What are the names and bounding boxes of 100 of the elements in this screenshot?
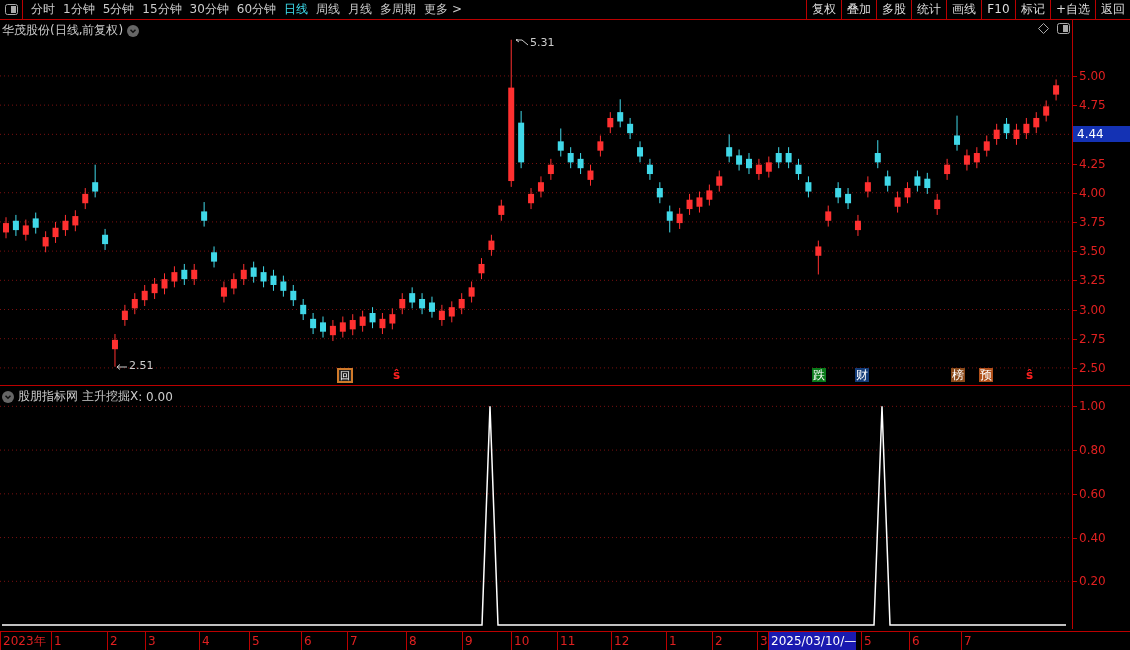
toolbar-button[interactable]: 标记 (1014, 0, 1050, 19)
event-marker[interactable]: ŝ (1025, 368, 1035, 382)
candlestick (478, 257, 485, 280)
toolbar-button[interactable]: 复权 (805, 0, 841, 19)
period-tab[interactable]: 5分钟 (98, 0, 139, 19)
toolbar-button[interactable]: 叠加 (840, 0, 876, 19)
toolbar-button[interactable]: 返回 (1095, 0, 1130, 19)
period-tab[interactable]: 30分钟 (185, 0, 233, 19)
date-axis-label: 3 (757, 632, 768, 650)
date-axis-label: 2 (712, 632, 723, 650)
candlestick (637, 140, 643, 163)
price-axis-label: 3.50 (1079, 244, 1106, 259)
candlestick (746, 152, 752, 175)
candlestick (211, 245, 218, 268)
candlestick (3, 216, 9, 239)
period-tab[interactable]: 多周期 (376, 0, 421, 19)
period-tab[interactable]: 周线 (312, 0, 345, 19)
candlestick (349, 313, 356, 336)
candlestick (815, 240, 822, 275)
candlestick (795, 158, 802, 181)
event-marker[interactable]: 跌 (812, 368, 826, 382)
indicator-reading: : 0.00 (138, 389, 173, 404)
candlestick (587, 164, 594, 187)
pointer-arrow-icon (515, 39, 529, 47)
candlestick (359, 310, 366, 333)
candlestick (577, 152, 584, 175)
date-axis-label: 8 (406, 632, 417, 650)
panel-toggle-icon[interactable] (1057, 23, 1070, 34)
date-axis-label: 2 (107, 632, 118, 650)
candlestick (42, 230, 49, 253)
candlestick (656, 181, 663, 204)
more-button[interactable]: 更多 > (420, 0, 466, 19)
candlestick (320, 316, 326, 339)
collapse-icon[interactable] (2, 390, 14, 403)
candlestick (528, 187, 535, 210)
candlestick (201, 201, 208, 228)
panel-toggle-icon[interactable] (4, 4, 18, 15)
candlestick (498, 199, 505, 222)
candlestick (973, 146, 980, 169)
price-axis-label: 4.00 (1079, 185, 1106, 200)
collapse-icon[interactable] (127, 24, 140, 37)
candlestick (666, 205, 673, 233)
candlestick (369, 306, 376, 329)
candlestick (904, 181, 911, 204)
date-axis-label: 5 (861, 632, 872, 650)
toolbar-button[interactable]: +自选 (1049, 0, 1095, 19)
candlestick (488, 234, 495, 257)
diamond-icon[interactable] (1038, 23, 1049, 34)
event-marker[interactable]: 回 (337, 368, 353, 383)
candlestick (845, 187, 852, 210)
date-axis-label: 1 (666, 632, 677, 650)
candlestick (963, 149, 970, 172)
candlestick (260, 265, 267, 288)
candlestick (181, 263, 188, 286)
indicator-title: 股朋指标网 (18, 388, 78, 405)
candlestick (151, 277, 158, 300)
candlestick (954, 115, 961, 152)
event-marker[interactable]: 财 (855, 368, 869, 382)
period-tab[interactable]: 1分钟 (59, 0, 99, 19)
event-marker[interactable]: 榜 (951, 368, 965, 382)
candlestick (597, 135, 604, 157)
toolbar-button[interactable]: 画线 (945, 0, 981, 19)
price-axis-label: 2.50 (1079, 360, 1106, 375)
period-tab[interactable]: 日线 (280, 0, 313, 19)
candlestick (429, 296, 435, 319)
candlestick (191, 263, 198, 286)
period-tab[interactable]: 月线 (344, 0, 377, 19)
candlestick (111, 333, 118, 368)
candlestick (518, 110, 525, 169)
candlestick (716, 170, 723, 193)
candlestick (290, 284, 297, 307)
candlestick (1033, 111, 1040, 134)
event-marker[interactable]: 预 (979, 368, 993, 382)
candlestick (280, 275, 287, 298)
candlestick (874, 139, 881, 169)
candlestick (706, 184, 713, 207)
candlestick (607, 111, 614, 134)
candlestick (12, 214, 19, 237)
toolbar-button[interactable]: 多股 (875, 0, 911, 19)
candlestick (755, 158, 762, 181)
candlestick (993, 123, 1000, 146)
period-tab[interactable]: 15分钟 (138, 0, 186, 19)
price-axis-label: 3.25 (1079, 273, 1106, 288)
event-marker[interactable]: ŝ (392, 368, 402, 382)
period-tab[interactable]: 60分钟 (232, 0, 281, 19)
period-tab[interactable]: 分时 (27, 0, 59, 19)
price-axis-label: 3.00 (1079, 302, 1106, 317)
candlestick (141, 284, 148, 307)
date-axis-label: 3 (145, 632, 156, 650)
candlestick (854, 214, 861, 237)
toolbar-button[interactable]: 统计 (910, 0, 946, 19)
date-axis-label: 12 (611, 632, 630, 650)
toolbar-button[interactable]: F10 (980, 0, 1015, 19)
candlestick (240, 263, 247, 286)
candlestick (765, 156, 772, 179)
indicator-axis-label: 0.40 (1079, 530, 1106, 545)
candlestick (310, 312, 317, 335)
candlestick (448, 300, 455, 323)
price-axis-label: 4.75 (1079, 98, 1106, 113)
candlestick (785, 146, 792, 169)
